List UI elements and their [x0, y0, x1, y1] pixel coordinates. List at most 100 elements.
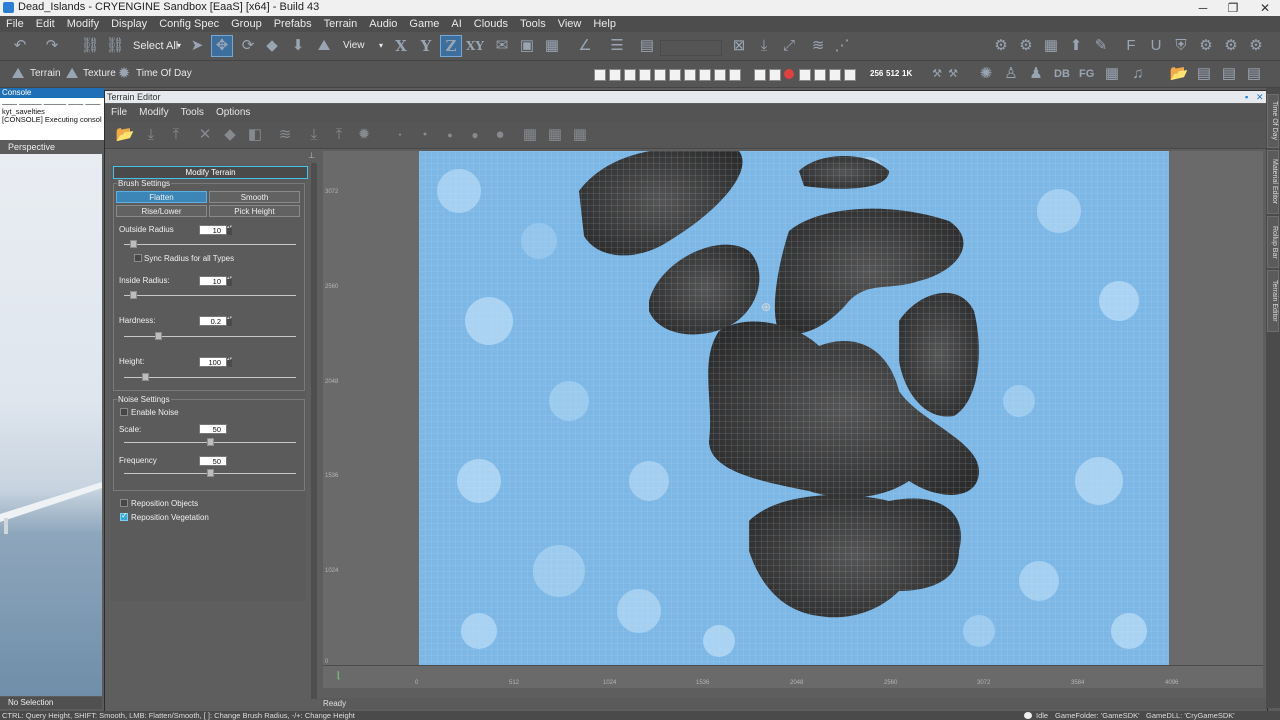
- sync-radius-checkbox[interactable]: [134, 254, 142, 262]
- menu-config-spec[interactable]: Config Spec: [153, 16, 225, 32]
- res-256-button[interactable]: 256: [870, 64, 883, 84]
- record-icon[interactable]: [784, 69, 794, 79]
- mail-icon[interactable]: ✉: [492, 36, 512, 56]
- display-toggle-7[interactable]: [684, 69, 696, 81]
- dots-icon[interactable]: ⋰: [832, 36, 852, 56]
- brush-size-1-icon[interactable]: ●: [390, 125, 410, 145]
- fg-button[interactable]: FG: [1079, 64, 1094, 84]
- select-all-dropdown[interactable]: Select All: [133, 36, 178, 56]
- outside-radius-input[interactable]: 10: [199, 225, 227, 235]
- export-icon[interactable]: ⤒: [166, 125, 186, 145]
- download-icon[interactable]: ⤓: [304, 125, 324, 145]
- grid-small-icon[interactable]: ▦: [520, 125, 540, 145]
- axis-x-button[interactable]: X: [391, 36, 411, 56]
- display-toggle-15[interactable]: [829, 69, 841, 81]
- export-icon[interactable]: ⤓: [754, 36, 774, 56]
- minimize-button[interactable]: ─: [1188, 0, 1218, 16]
- undo-icon[interactable]: ↶: [10, 36, 30, 56]
- reposition-objects-checkbox[interactable]: [120, 499, 128, 507]
- list-icon[interactable]: ▤: [637, 36, 657, 56]
- display-toggle-8[interactable]: [699, 69, 711, 81]
- settings-icon[interactable]: ⚙: [1196, 36, 1216, 56]
- menu-display[interactable]: Display: [105, 16, 153, 32]
- menu-game[interactable]: Game: [403, 16, 445, 32]
- erase-icon[interactable]: ◆: [220, 125, 240, 145]
- pick-height-button[interactable]: Pick Height: [209, 205, 300, 217]
- scale-input[interactable]: 50: [199, 424, 227, 434]
- grid-medium-icon[interactable]: ▦: [545, 125, 565, 145]
- brush-size-3-icon[interactable]: ●: [440, 125, 460, 145]
- view-chevron-icon[interactable]: ▾: [379, 36, 383, 56]
- pin-panel-icon[interactable]: ⊥: [308, 151, 315, 160]
- display-toggle-14[interactable]: [814, 69, 826, 81]
- upload-icon[interactable]: ⬆: [1066, 36, 1086, 56]
- grid-icon[interactable]: ▦: [542, 36, 562, 56]
- select-arrow-icon[interactable]: ➤: [187, 36, 207, 56]
- shield-icon[interactable]: ⛨: [1171, 36, 1191, 56]
- resize-icon[interactable]: ⤢: [779, 36, 799, 56]
- water-icon[interactable]: ≋: [275, 125, 295, 145]
- matrix-icon[interactable]: ▦: [1102, 64, 1122, 84]
- menu-edit[interactable]: Edit: [30, 16, 61, 32]
- viewport-label[interactable]: Perspective: [0, 140, 104, 154]
- perspective-viewport[interactable]: [0, 154, 102, 696]
- options-icon[interactable]: ⚙: [1246, 36, 1266, 56]
- terrain-button[interactable]: Terrain: [30, 64, 61, 84]
- display-toggle-2[interactable]: [609, 69, 621, 81]
- physics-icon[interactable]: ⚙: [991, 36, 1011, 56]
- inside-radius-spinner-icon[interactable]: ▴▾: [227, 276, 232, 286]
- outside-radius-slider[interactable]: [129, 240, 137, 248]
- enable-noise-checkbox[interactable]: [120, 408, 128, 416]
- modify-terrain-header[interactable]: Modify Terrain: [113, 166, 308, 179]
- menu-terrain[interactable]: Terrain: [318, 16, 364, 32]
- heightmap-canvas[interactable]: ⊕: [419, 151, 1169, 665]
- pin-icon[interactable]: ▪: [1245, 91, 1248, 103]
- flowgraph-icon[interactable]: F: [1121, 36, 1141, 56]
- outside-radius-spinner-icon[interactable]: ▴▾: [227, 225, 232, 235]
- inside-radius-input[interactable]: 10: [199, 276, 227, 286]
- te-menu-modify[interactable]: Modify: [133, 104, 174, 122]
- select-all-chevron-icon[interactable]: ▾: [177, 36, 181, 56]
- layer-dropdown[interactable]: [660, 40, 722, 56]
- delete-icon[interactable]: ✕: [195, 125, 215, 145]
- link-icon[interactable]: ⛓: [80, 36, 100, 56]
- res-1k-button[interactable]: 1K: [902, 64, 912, 84]
- reposition-vegetation-checkbox[interactable]: [120, 511, 128, 521]
- menu-audio[interactable]: Audio: [363, 16, 403, 32]
- save-icon[interactable]: ▤: [1194, 64, 1214, 84]
- display-toggle-5[interactable]: [654, 69, 666, 81]
- axis-xy-button[interactable]: XY: [465, 36, 485, 56]
- menu-help[interactable]: Help: [587, 16, 622, 32]
- menu-modify[interactable]: Modify: [61, 16, 105, 32]
- display-toggle-10[interactable]: [729, 69, 741, 81]
- smooth-button[interactable]: Smooth: [209, 191, 300, 203]
- axis-y-button[interactable]: Y: [416, 36, 436, 56]
- close-button[interactable]: ✕: [1250, 0, 1280, 16]
- tab-terrain-editor[interactable]: Terrain Editor: [1267, 270, 1279, 332]
- inside-radius-slider[interactable]: [129, 291, 137, 299]
- height-spinner-icon[interactable]: ▴▾: [227, 357, 232, 367]
- display-toggle-6[interactable]: [669, 69, 681, 81]
- hardness-slider[interactable]: [155, 332, 163, 340]
- menu-clouds[interactable]: Clouds: [468, 16, 514, 32]
- brush-size-4-icon[interactable]: ●: [465, 125, 485, 145]
- unlink-icon[interactable]: ⛓: [105, 36, 125, 56]
- time-of-day-button[interactable]: Time Of Day: [136, 64, 192, 84]
- music-icon[interactable]: ♫: [1128, 64, 1148, 84]
- frequency-slider[interactable]: [207, 469, 214, 477]
- close-panel-icon[interactable]: ✕: [1256, 91, 1264, 103]
- align-icon[interactable]: ☰: [607, 36, 627, 56]
- camera-icon[interactable]: ▣: [517, 36, 537, 56]
- view-dropdown[interactable]: View: [343, 36, 365, 56]
- scale-slider[interactable]: [207, 438, 214, 446]
- display-toggle-13[interactable]: [799, 69, 811, 81]
- tab-material-editor[interactable]: Material Editor: [1267, 150, 1279, 214]
- scale-icon[interactable]: ◆: [262, 36, 282, 56]
- menu-tools[interactable]: Tools: [514, 16, 552, 32]
- axis-z-button[interactable]: Z: [440, 35, 462, 57]
- display-toggle-4[interactable]: [639, 69, 651, 81]
- display-toggle-3[interactable]: [624, 69, 636, 81]
- save-as-icon[interactable]: ▤: [1219, 64, 1239, 84]
- terrain-snap-icon[interactable]: ⛰: [314, 36, 334, 56]
- invert-icon[interactable]: ◧: [245, 125, 265, 145]
